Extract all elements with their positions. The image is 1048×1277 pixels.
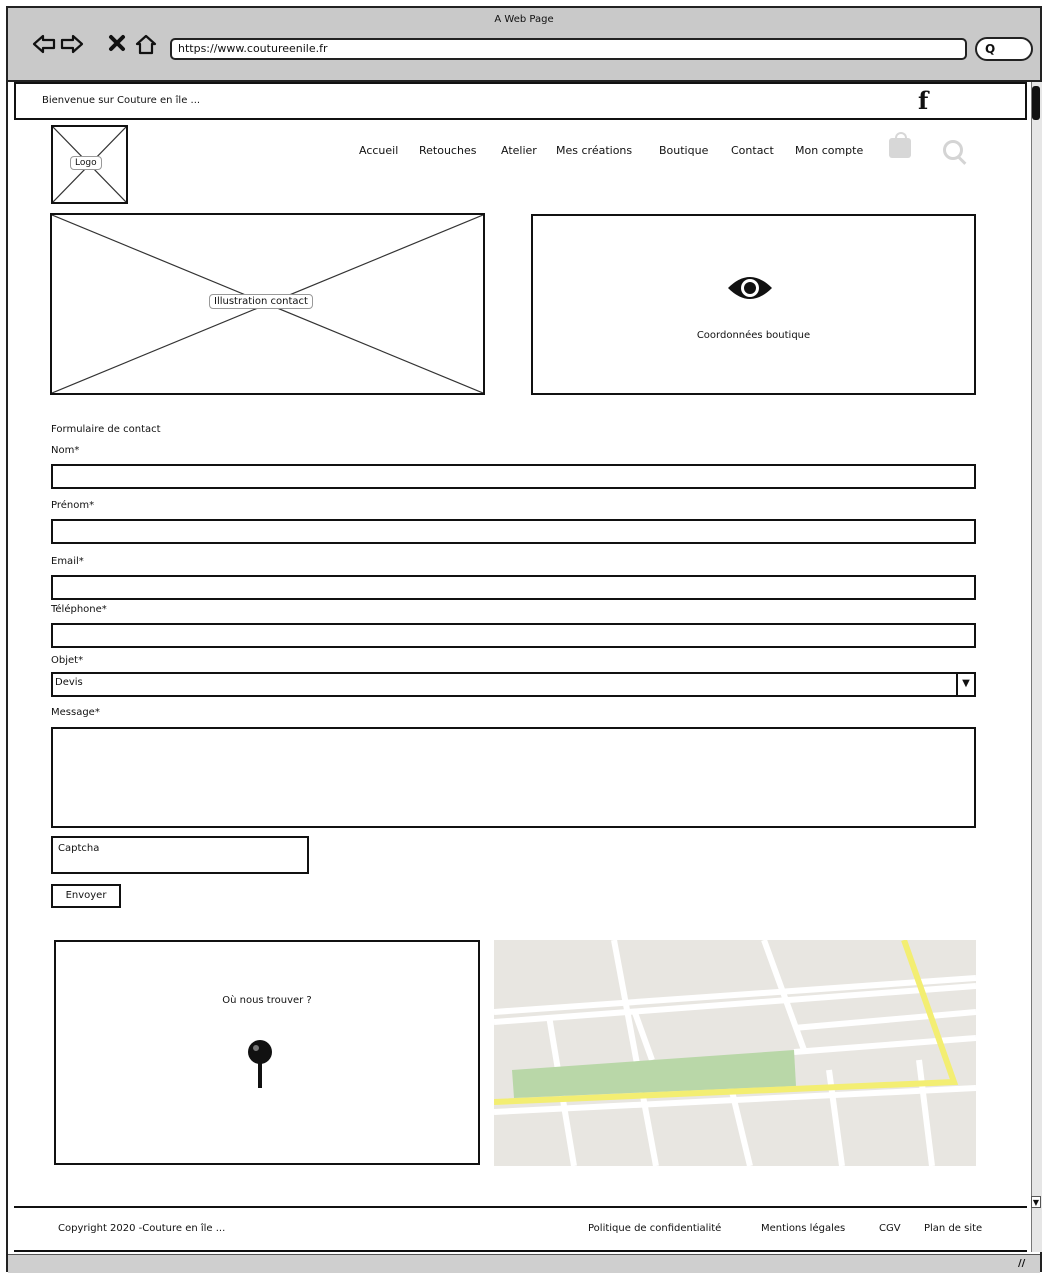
nav-retouches[interactable]: Retouches — [419, 144, 476, 157]
address-bar[interactable]: https://www.coutureenile.fr — [170, 38, 967, 60]
telephone-field[interactable] — [51, 623, 976, 648]
objet-selected-value: Devis — [55, 677, 83, 688]
welcome-text: Bienvenue sur Couture en île ... — [42, 95, 201, 106]
footer-link-cgv[interactable]: CGV — [879, 1223, 901, 1234]
copyright-text: Copyright 2020 -Couture en île ... — [58, 1223, 226, 1234]
shopping-bag-icon[interactable] — [889, 132, 911, 158]
scrollbar-thumb[interactable] — [1032, 86, 1040, 120]
footer-link-legal[interactable]: Mentions légales — [761, 1223, 845, 1234]
prenom-field[interactable] — [51, 519, 976, 544]
objet-label: Objet* — [51, 655, 84, 666]
eye-icon — [726, 272, 774, 308]
nav-mon-compte[interactable]: Mon compte — [795, 144, 863, 157]
map-view[interactable] — [494, 940, 976, 1166]
message-textarea[interactable] — [51, 727, 976, 828]
nav-boutique[interactable]: Boutique — [659, 144, 708, 157]
telephone-label: Téléphone* — [51, 604, 107, 615]
nav-accueil[interactable]: Accueil — [359, 144, 398, 157]
prenom-label: Prénom* — [51, 500, 95, 511]
map-pin-icon — [246, 1038, 274, 1094]
send-button[interactable]: Envoyer — [51, 884, 121, 908]
back-icon[interactable] — [32, 33, 56, 59]
home-icon[interactable] — [134, 33, 158, 59]
form-title: Formulaire de contact — [51, 424, 161, 435]
footer-link-sitemap[interactable]: Plan de site — [924, 1223, 982, 1234]
illustration-label: Illustration contact — [209, 294, 313, 309]
message-label: Message* — [51, 707, 100, 718]
objet-select[interactable] — [51, 672, 976, 697]
chevron-down-icon[interactable]: ▼ — [956, 674, 974, 695]
facebook-icon[interactable]: f — [918, 86, 928, 115]
browser-search-field[interactable]: Q — [975, 37, 1033, 61]
footer-link-privacy[interactable]: Politique de confidentialité — [588, 1223, 721, 1234]
nav-mes-creations[interactable]: Mes créations — [556, 144, 632, 157]
logo-label: Logo — [70, 156, 102, 170]
search-icon[interactable] — [943, 140, 963, 160]
scroll-down-arrow[interactable]: ▼ — [1031, 1196, 1041, 1208]
captcha-box[interactable] — [51, 836, 309, 874]
vertical-scrollbar[interactable] — [1031, 82, 1042, 1252]
find-us-title: Où nous trouver ? — [222, 995, 312, 1006]
forward-icon[interactable] — [60, 33, 84, 59]
captcha-label: Captcha — [58, 843, 100, 854]
nav-contact[interactable]: Contact — [731, 144, 774, 157]
nav-atelier[interactable]: Atelier — [501, 144, 537, 157]
resize-grip-icon[interactable]: // — [1018, 1258, 1025, 1269]
search-icon: Q — [985, 42, 996, 56]
nom-label: Nom* — [51, 445, 80, 456]
shop-coordinates-label: Coordonnées boutique — [696, 330, 811, 341]
stop-icon[interactable] — [108, 33, 126, 57]
email-label: Email* — [51, 556, 84, 567]
email-field[interactable] — [51, 575, 976, 600]
window-title: A Web Page — [494, 14, 554, 25]
status-bar — [8, 1254, 1040, 1273]
nom-field[interactable] — [51, 464, 976, 489]
